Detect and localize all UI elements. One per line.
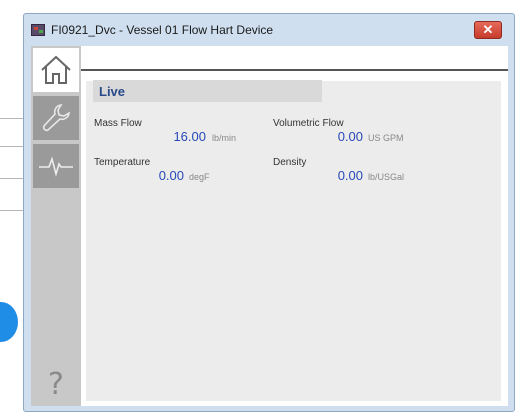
header-divider bbox=[81, 69, 508, 71]
density-value: 0.00 bbox=[337, 168, 363, 183]
temperature-value: 0.00 bbox=[158, 168, 184, 183]
nav-sidebar: ? bbox=[31, 46, 81, 406]
trend-icon bbox=[39, 156, 73, 177]
faceplate-window: FI0921_Dvc - Vessel 01 Flow Hart Device … bbox=[23, 13, 515, 412]
maintenance-button[interactable] bbox=[33, 96, 79, 140]
temperature-label: Temperature bbox=[94, 157, 151, 168]
background-divider bbox=[0, 118, 24, 119]
status-marker bbox=[0, 302, 18, 342]
section-header: Live bbox=[93, 80, 322, 102]
section-title: Live bbox=[99, 84, 126, 99]
mass-flow-label: Mass Flow bbox=[94, 118, 142, 129]
density-unit: lb/USGal bbox=[368, 172, 405, 182]
close-button[interactable]: ✕ bbox=[474, 21, 502, 39]
background-divider bbox=[0, 210, 24, 211]
background-divider bbox=[0, 178, 24, 179]
faceplate-body: ? Live Mass Flow 16.00 lb/min Volumetric… bbox=[31, 46, 508, 406]
window-title: FI0921_Dvc - Vessel 01 Flow Hart Device bbox=[51, 23, 274, 37]
help-button[interactable]: ? bbox=[33, 362, 79, 406]
density-label: Density bbox=[273, 157, 307, 168]
mass-flow-value: 16.00 bbox=[173, 129, 206, 144]
wrench-icon bbox=[42, 104, 70, 132]
title-bar[interactable]: FI0921_Dvc - Vessel 01 Flow Hart Device … bbox=[24, 14, 514, 46]
mass-flow-unit: lb/min bbox=[212, 133, 237, 143]
trend-button[interactable] bbox=[33, 144, 79, 188]
help-icon: ? bbox=[48, 366, 64, 402]
volumetric-flow-label: Volumetric Flow bbox=[273, 118, 344, 129]
app-icon bbox=[31, 24, 45, 36]
home-button[interactable] bbox=[33, 48, 79, 92]
content-panel bbox=[86, 81, 501, 401]
temperature-unit: degF bbox=[189, 172, 210, 182]
home-icon bbox=[41, 55, 71, 84]
background-divider bbox=[0, 146, 24, 147]
volumetric-flow-value: 0.00 bbox=[337, 129, 363, 144]
volumetric-flow-unit: US GPM bbox=[368, 133, 404, 143]
